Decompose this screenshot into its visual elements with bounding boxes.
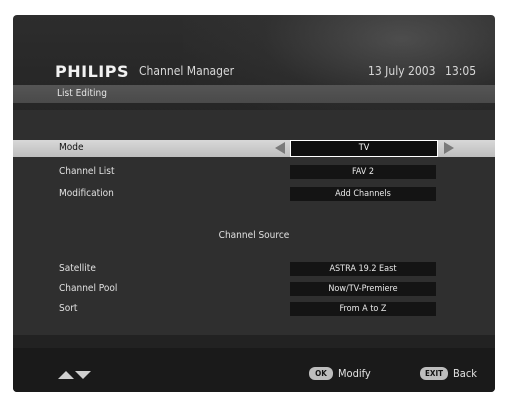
setting-value[interactable]: Add Channels — [290, 187, 436, 201]
setting-label: Channel Pool — [59, 283, 118, 294]
setting-value[interactable]: Now/TV-Premiere — [290, 282, 436, 296]
setting-value[interactable]: ASTRA 19.2 East — [290, 262, 436, 276]
time-display: 13:05 — [445, 64, 477, 78]
setting-row-mode[interactable]: Mode TV — [13, 140, 495, 157]
exit-key-icon[interactable]: EXIT — [420, 367, 448, 380]
setting-value[interactable]: From A to Z — [290, 302, 436, 316]
setting-label: Channel List — [59, 166, 115, 177]
date-display: 13 July 2003 — [368, 64, 436, 78]
ok-key-icon[interactable]: OK — [309, 367, 333, 380]
navigation-arrows — [58, 369, 98, 383]
arrow-up-icon — [58, 371, 74, 379]
setting-value[interactable]: FAV 2 — [290, 165, 436, 179]
setting-row-channel-pool[interactable]: Channel Pool Now/TV-Premiere — [13, 281, 495, 298]
subheader-label: List Editing — [57, 88, 107, 99]
setting-label: Modification — [59, 188, 114, 199]
setting-value[interactable]: TV — [290, 140, 438, 157]
subheader-bar: List Editing — [13, 85, 495, 103]
setting-row-modification[interactable]: Modification Add Channels — [13, 186, 495, 203]
setting-row-sort[interactable]: Sort From A to Z — [13, 301, 495, 318]
setting-label: Satellite — [59, 263, 96, 274]
back-label: Back — [453, 367, 478, 380]
setting-row-channel-list[interactable]: Channel List FAV 2 — [13, 164, 495, 181]
settings-panel: Mode TV Channel List FAV 2 Modification … — [13, 110, 495, 335]
tv-screen: PHILIPS Channel Manager 13 July 2003 13:… — [13, 15, 495, 392]
app-title: Channel Manager — [139, 64, 235, 78]
setting-row-satellite[interactable]: Satellite ASTRA 19.2 East — [13, 261, 495, 278]
setting-label: Sort — [59, 303, 78, 314]
setting-label: Mode — [59, 142, 84, 153]
arrow-right-icon[interactable] — [444, 142, 454, 154]
arrow-down-icon — [75, 371, 91, 379]
arrow-left-icon[interactable] — [275, 142, 285, 154]
brand-logo: PHILIPS — [55, 62, 129, 81]
section-title: Channel Source — [218, 230, 290, 241]
footer-bar: OK Modify EXIT Back — [13, 348, 495, 392]
modify-label: Modify — [338, 367, 371, 380]
